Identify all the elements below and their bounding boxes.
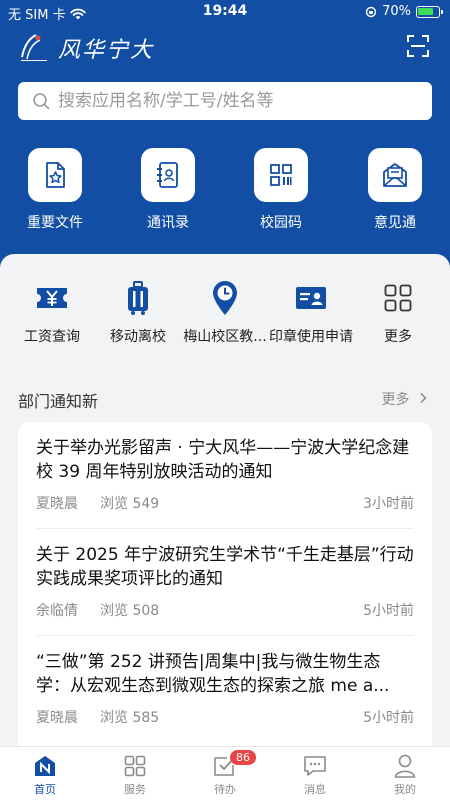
- quick-action-feedback[interactable]: 意见通: [340, 148, 450, 232]
- app-seal-application[interactable]: 印章使用申请: [266, 278, 356, 346]
- app-salary-query[interactable]: 工资查询: [7, 278, 97, 346]
- notice-time: 5小时前: [363, 710, 414, 726]
- home-n-icon: [0, 753, 90, 779]
- grid-icon: [353, 278, 443, 318]
- tab-label: 消息: [304, 783, 326, 796]
- tab-label: 首页: [34, 783, 56, 796]
- notice-title: 关于举办光影留声 · 宁大风华——宁波大学纪念建校 39 周年特别放映活动的通知: [36, 438, 410, 482]
- brand: 风华宁大: [18, 30, 154, 66]
- content-panel: 工资查询 移动离校 梅山校区教... 印章使用申请 更多 部门通知新 更多 关于…: [0, 254, 450, 762]
- salary-ticket-icon: [7, 278, 97, 318]
- tab-home[interactable]: 首页: [0, 753, 90, 797]
- brand-name: 风华宁大: [58, 38, 155, 63]
- app-mobile-leave[interactable]: 移动离校: [93, 278, 183, 346]
- app-label: 印章使用申请: [269, 329, 353, 345]
- grid-icon: [90, 753, 180, 779]
- tab-label: 服务: [124, 783, 146, 796]
- notice-views: 浏览 508: [100, 603, 160, 619]
- tab-services[interactable]: 服务: [90, 753, 180, 797]
- app-label: 工资查询: [24, 329, 80, 345]
- app-label: 梅山校区教...: [183, 329, 267, 345]
- chevron-right-icon: [420, 392, 427, 404]
- notice-author: 夏晓晨: [36, 496, 78, 512]
- message-icon: [270, 753, 360, 779]
- app-grid: 工资查询 移动离校 梅山校区教... 印章使用申请 更多: [0, 278, 450, 348]
- luggage-icon: [93, 278, 183, 318]
- quick-actions: 重要文件 通讯录 校园码 意见通: [0, 148, 450, 238]
- status-bar: 无 SIM 卡 19:44 70%: [0, 0, 450, 24]
- battery-icon: [416, 5, 443, 18]
- app-label: 更多: [384, 329, 412, 345]
- address-book-icon: [141, 148, 195, 202]
- section-title: 部门通知新: [18, 392, 99, 411]
- search-box[interactable]: [18, 82, 432, 120]
- mail-feedback-icon: [368, 148, 422, 202]
- notice-item[interactable]: “三做”第 252 讲预告|周集中|我与微生物生态学：从宏观生态到微观生态的探索…: [18, 636, 432, 742]
- notice-item[interactable]: 关于 2025 年宁波研究生学术节“千生走基层”行动实践成果奖项评比的通知 余临…: [18, 529, 432, 635]
- quick-action-label: 重要文件: [27, 215, 83, 231]
- notice-author: 夏晓晨: [36, 710, 78, 726]
- quick-action-label: 通讯录: [147, 215, 189, 231]
- more-label: 更多: [381, 392, 410, 408]
- quick-action-campus-code[interactable]: 校园码: [226, 148, 336, 232]
- quick-action-label: 意见通: [374, 215, 416, 231]
- notice-title: 关于 2025 年宁波研究生学术节“千生走基层”行动实践成果奖项评比的通知: [36, 545, 414, 589]
- todo-icon: [180, 753, 270, 779]
- quick-action-contacts[interactable]: 通讯录: [113, 148, 223, 232]
- user-icon: [360, 753, 450, 779]
- quick-action-important-files[interactable]: 重要文件: [0, 148, 110, 232]
- app-more[interactable]: 更多: [353, 278, 443, 346]
- tab-messages[interactable]: 消息: [270, 753, 360, 797]
- search-input[interactable]: [58, 91, 398, 111]
- orientation-lock-icon: [365, 6, 377, 17]
- notice-item[interactable]: 关于举办光影留声 · 宁大风华——宁波大学纪念建校 39 周年特别放映活动的通知…: [18, 422, 432, 528]
- notice-meta: 夏晓晨 浏览 585 5小时前: [36, 707, 414, 727]
- university-logo-icon: [21, 34, 47, 61]
- notice-meta: 夏晓晨 浏览 549 3小时前: [36, 493, 414, 513]
- notice-author: 余临倩: [36, 603, 78, 619]
- qr-code-icon: [254, 148, 308, 202]
- app-meishan-campus[interactable]: 梅山校区教...: [180, 278, 270, 346]
- notice-views: 浏览 585: [100, 710, 160, 726]
- location-clock-icon: [180, 278, 270, 318]
- notices-header: 部门通知新 更多: [18, 388, 432, 411]
- tab-todo[interactable]: 86 待办: [180, 750, 270, 797]
- scan-icon[interactable]: [406, 34, 430, 58]
- notice-views: 浏览 549: [100, 496, 160, 512]
- app-label: 移动离校: [110, 329, 166, 345]
- notice-list: 关于举办光影留声 · 宁大风华——宁波大学纪念建校 39 周年特别放映活动的通知…: [18, 422, 432, 762]
- tab-profile[interactable]: 我的: [360, 753, 450, 797]
- notice-time: 3小时前: [363, 496, 414, 512]
- more-link[interactable]: 更多: [382, 389, 428, 409]
- notice-meta: 余临倩 浏览 508 5小时前: [36, 600, 414, 620]
- search-icon: [33, 93, 50, 110]
- notice-title: “三做”第 252 讲预告|周集中|我与微生物生态学：从宏观生态到微观生态的探索…: [36, 652, 390, 696]
- id-card-icon: [266, 278, 356, 318]
- tab-bar: 首页 服务 86 待办 消息 我的: [0, 746, 450, 800]
- todo-badge: 86: [230, 750, 256, 765]
- tab-label: 我的: [394, 783, 416, 796]
- tab-label: 待办: [214, 783, 236, 796]
- document-star-icon: [28, 148, 82, 202]
- battery-percent: 70%: [382, 4, 411, 19]
- status-right: 70%: [365, 4, 443, 19]
- notice-time: 5小时前: [363, 603, 414, 619]
- quick-action-label: 校园码: [260, 215, 302, 231]
